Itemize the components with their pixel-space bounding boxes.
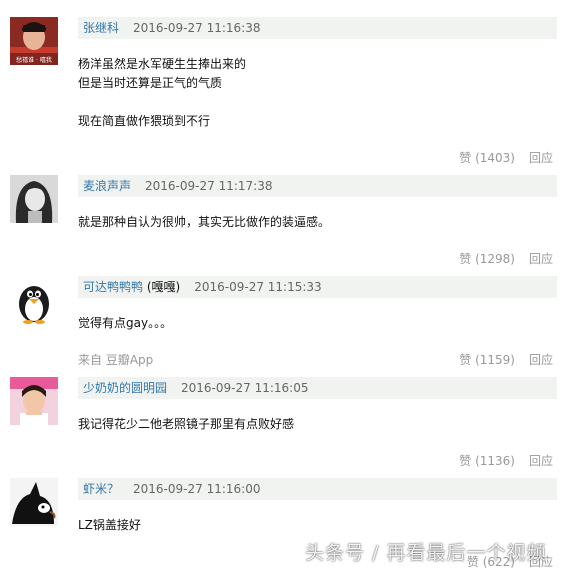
- comment-header: 张继科 2016-09-27 11:16:38: [78, 17, 557, 39]
- username-link[interactable]: 少奶奶的圆明园: [83, 381, 167, 395]
- avatar[interactable]: 愁禧谁 · 嘻我: [10, 17, 58, 65]
- username-link[interactable]: 张继科: [83, 21, 119, 35]
- comment-item: 可达鸭鸭鸭 (嘎嘎) 2016-09-27 11:15:33 觉得有点gay。。。…: [0, 276, 575, 371]
- timestamp: 2016-09-27 11:16:38: [133, 21, 261, 35]
- avatar[interactable]: [10, 175, 58, 223]
- comment-header: 少奶奶的圆明园 2016-09-27 11:16:05: [78, 377, 557, 399]
- comment-actions: 赞 (1298) 回应: [459, 250, 553, 267]
- like-button[interactable]: 赞 (1136): [459, 454, 515, 468]
- comment-text-line: 就是那种自认为很帅，其实无比做作的装逼感。: [78, 215, 331, 229]
- username-link[interactable]: 虾米？: [83, 482, 119, 496]
- timestamp: 2016-09-27 11:16:05: [181, 381, 309, 395]
- avatar[interactable]: [10, 276, 58, 324]
- reply-button[interactable]: 回应: [529, 151, 553, 165]
- avatar-caption: 愁禧谁 · 嘻我: [16, 56, 52, 64]
- timestamp: 2016-09-27 11:17:38: [145, 179, 273, 193]
- like-button[interactable]: 赞 (1298): [459, 252, 515, 266]
- timestamp: 2016-09-27 11:15:33: [194, 280, 322, 294]
- comment-item: 愁禧谁 · 嘻我 张继科 2016-09-27 11:16:38 杨洋虽然是水军硬…: [0, 17, 575, 167]
- comment-item: 少奶奶的圆明园 2016-09-27 11:16:05 我记得花少二他老照镜子那里…: [0, 377, 575, 472]
- comment-header: 可达鸭鸭鸭 (嘎嘎) 2016-09-27 11:15:33: [78, 276, 557, 298]
- comment-header: 麦浪声声 2016-09-27 11:17:38: [78, 175, 557, 197]
- reply-button[interactable]: 回应: [529, 252, 553, 266]
- watermark: 头条号 / 再看最后一个视频: [305, 542, 547, 564]
- comment-item: 麦浪声声 2016-09-27 11:17:38 就是那种自认为很帅，其实无比做作…: [0, 175, 575, 270]
- reply-button[interactable]: 回应: [529, 353, 553, 367]
- comment-header: 虾米？ 2016-09-27 11:16:00: [78, 478, 557, 500]
- comment-text-line: LZ锅盖接好: [78, 518, 141, 532]
- username-link[interactable]: 可达鸭鸭鸭: [83, 280, 143, 294]
- comment-text-line: 杨洋虽然是水军硬生生捧出来的: [78, 57, 247, 71]
- like-button[interactable]: 赞 (1159): [459, 353, 515, 367]
- comment-text-line: 现在简直做作猥琐到不行: [78, 114, 211, 128]
- comment-actions: 赞 (1159) 回应: [459, 351, 553, 368]
- comment-text-line: 我记得花少二他老照镜子那里有点败好感: [78, 417, 295, 431]
- comment-text-line: 但是当时还算是正气的气质: [78, 76, 223, 90]
- username-link[interactable]: 麦浪声声: [83, 179, 131, 193]
- comment-source: 来自 豆瓣App: [78, 353, 154, 367]
- avatar[interactable]: [10, 478, 58, 526]
- comment-text-line: 觉得有点gay。。。: [78, 316, 173, 330]
- comment-actions: 赞 (1136) 回应: [459, 452, 553, 469]
- username-nickname: (嘎嘎): [146, 280, 181, 294]
- timestamp: 2016-09-27 11:16:00: [133, 482, 261, 496]
- avatar[interactable]: [10, 377, 58, 425]
- reply-button[interactable]: 回应: [529, 454, 553, 468]
- like-button[interactable]: 赞 (1403): [459, 151, 515, 165]
- comment-actions: 赞 (1403) 回应: [459, 149, 553, 166]
